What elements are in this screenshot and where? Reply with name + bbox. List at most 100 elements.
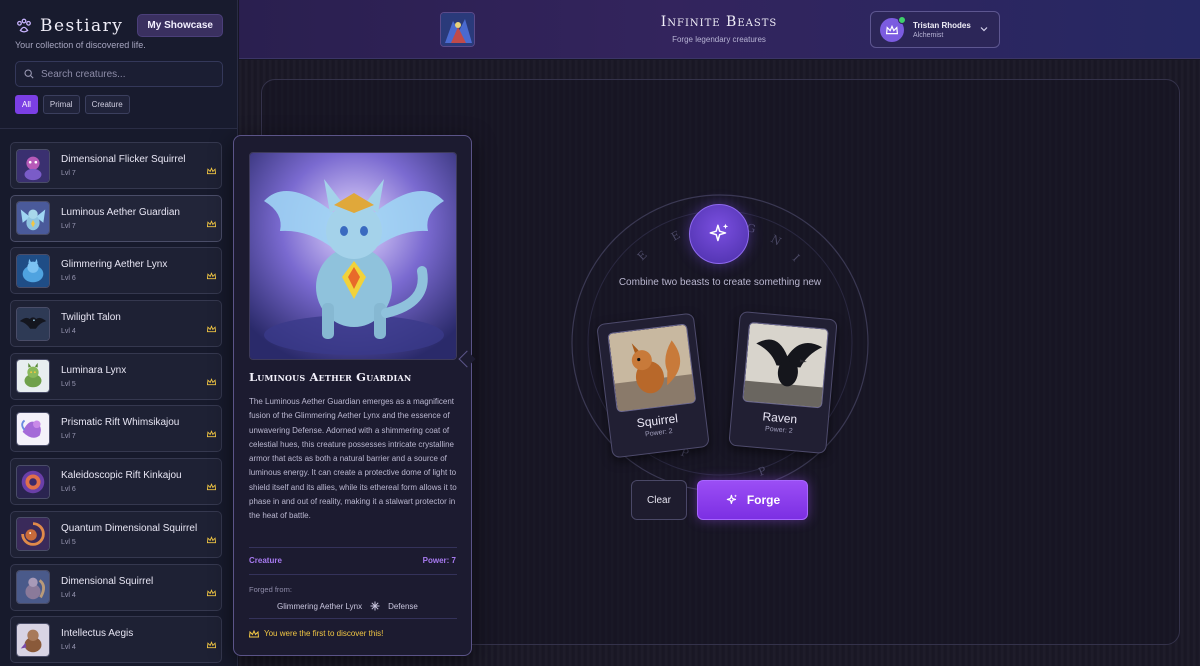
list-item[interactable]: Intellectus Aegis Lvl 4 [10,616,222,664]
brand: Bestiary [15,16,123,36]
creature-level: Lvl 7 [61,433,76,441]
svg-text:I: I [790,252,802,264]
creature-name: Luminous Aether Guardian [61,206,180,218]
creature-type: Creature [249,556,282,565]
crown-icon [207,430,216,438]
list-item[interactable]: Dimensional Squirrel Lvl 4 [10,563,222,611]
list-item[interactable]: Glimmering Aether Lynx Lvl 6 [10,247,222,295]
creature-name: Intellectus Aegis [61,628,134,640]
svg-text:E: E [669,228,682,243]
user-menu[interactable]: Tristan Rhodes Alchemist [870,11,1000,48]
crown-icon [886,24,898,34]
svg-text:N: N [769,232,784,248]
creature-name: Quantum Dimensional Squirrel [61,522,198,534]
app-subtitle: Forge legendary creatures [672,35,766,44]
list-item[interactable]: Prismatic Rift Whimsikajou Lvl 7 [10,405,222,453]
creature-thumbnail [16,622,50,657]
creature-level: Lvl 7 [61,170,76,177]
chevron-down-icon [980,27,988,32]
crown-icon [249,629,259,637]
creature-level: Lvl 7 [61,222,76,230]
filter-all[interactable]: All [15,95,38,114]
crown-icon [207,325,216,333]
creature-detail-popover: Luminous Aether Guardian The Luminous Ae… [233,135,476,656]
user-name: Tristan Rhodes [913,20,971,30]
creature-level: Lvl 4 [61,644,76,652]
creature-name: Glimmering Aether Lynx [61,259,168,271]
crown-icon [207,167,216,175]
my-showcase-button[interactable]: My Showcase [137,14,223,37]
search-icon [24,69,34,79]
clear-button[interactable]: Clear [631,480,687,520]
sparkles-icon [726,494,737,505]
search-input[interactable] [41,68,221,80]
creature-description: The Luminous Aether Guardian emerges as … [249,397,457,521]
forged-from-beast: Glimmering Aether Lynx [277,601,363,611]
creature-portrait [249,152,457,360]
divider [249,618,457,619]
creature-level: Lvl 6 [61,486,76,494]
creature-level: Lvl 4 [61,591,76,599]
crown-icon [207,535,216,543]
creature-thumbnail [16,517,50,552]
creature-level: Lvl 5 [61,380,76,388]
crown-icon [207,219,216,227]
creature-thumbnail [16,464,50,499]
crown-icon [207,272,216,280]
forged-from-label: Forged from: [249,585,292,594]
divider [249,574,457,575]
crown-icon [207,377,216,385]
creature-thumbnail [16,411,50,446]
forge-button[interactable]: Forge [697,480,808,520]
creature-name: Kaleidoscopic Rift Kinkajou [61,470,182,482]
search-box[interactable] [15,61,223,87]
online-status-dot [898,15,906,24]
svg-text:E: E [635,248,650,263]
forge-button-label: Forge [746,493,781,507]
sparkles-icon [709,223,729,242]
crown-icon [207,588,216,596]
beast-image [607,323,697,413]
creature-power: Power: 7 [422,556,456,565]
creature-name: Twilight Talon [61,312,121,324]
list-item[interactable]: Kaleidoscopic Rift Kinkajou Lvl 6 [10,458,222,506]
user-role: Alchemist [913,31,944,39]
list-item[interactable]: Twilight Talon Lvl 4 [10,300,222,348]
forged-from-row: Glimmering Aether Lynx Defense [277,601,418,611]
app-logo[interactable] [440,12,475,47]
spark-icon [370,601,380,611]
creature-thumbnail [16,570,50,604]
list-item[interactable]: Luminara Lynx Lvl 5 [10,352,222,400]
creature-list: Dimensional Flicker Squirrel Lvl 7 Lumino… [10,142,222,666]
creature-thumbnail [16,201,50,236]
crown-icon [207,483,216,491]
list-item[interactable]: Luminous Aether Guardian Lvl 7 [10,194,222,242]
creature-name: Prismatic Rift Whimsikajou [61,417,180,429]
creature-level: Lvl 4 [61,328,76,336]
creature-title: Luminous Aether Guardian [249,370,412,384]
crown-icon [207,641,216,649]
paw-icon [17,18,31,32]
bestiary-sidebar: Bestiary My Showcase Your collection of … [0,0,238,666]
creature-name: Dimensional Flicker Squirrel [61,154,186,165]
brand-subtitle: Your collection of discovered life. [15,40,146,50]
beast-slot-right[interactable]: Raven Power: 2 [728,310,838,455]
beast-image [742,321,829,409]
creature-level: Lvl 6 [61,275,76,283]
filter-chips: All Primal Creature [15,95,223,114]
list-item[interactable]: Quantum Dimensional Squirrel Lvl 5 [10,510,222,558]
avatar [880,15,906,42]
forge-instruction: Combine two beasts to create something n… [618,277,822,288]
list-item[interactable]: Dimensional Flicker Squirrel Lvl 7 [10,142,222,189]
creature-thumbnail [16,148,50,183]
filter-primal[interactable]: Primal [42,95,80,114]
creature-thumbnail [16,253,50,288]
forge-orb [689,204,749,264]
top-header: Infinite Beasts Forge legendary creature… [239,0,1200,59]
divider [249,547,457,548]
sidebar-header: Bestiary My Showcase Your collection of … [0,0,237,129]
beast-slot-left[interactable]: Squirrel Power: 2 [596,312,710,459]
filter-creature[interactable]: Creature [84,95,130,114]
first-discovery-note: You were the first to discover this! [249,629,383,638]
forged-from-essence: Defense [388,601,418,611]
